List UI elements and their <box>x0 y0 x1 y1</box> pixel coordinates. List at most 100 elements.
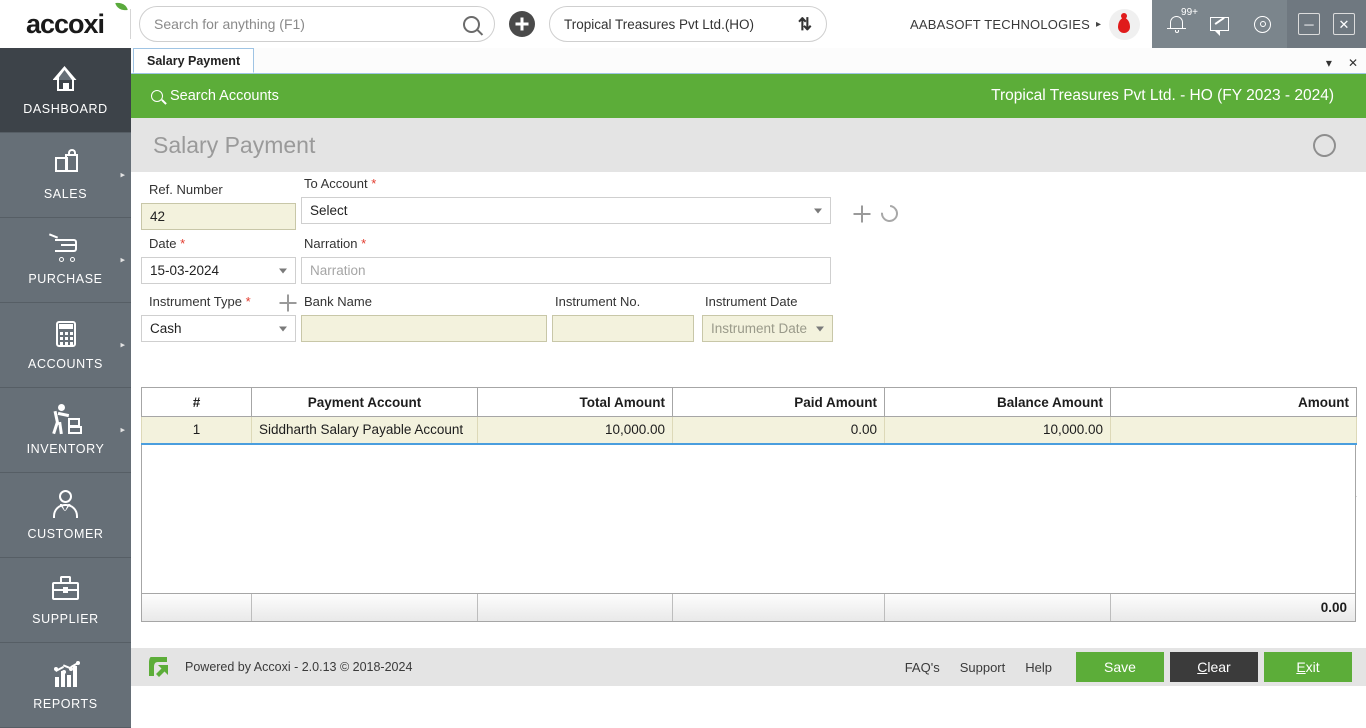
global-search[interactable] <box>139 6 495 42</box>
sidebar-item-dashboard[interactable]: DASHBOARD <box>0 48 131 133</box>
add-instrument-type-icon[interactable] <box>279 294 296 311</box>
save-button[interactable]: Save <box>1076 652 1164 682</box>
date-picker[interactable]: 15-03-2024 <box>141 257 296 284</box>
bank-name-label: Bank Name <box>304 294 372 309</box>
sidebar-item-accounts[interactable]: ACCOUNTS ▸ <box>0 303 131 388</box>
date-label: Date * <box>149 236 185 251</box>
company-name: Tropical Treasures Pvt Ltd.(HO) <box>564 17 754 32</box>
support-link[interactable]: Support <box>960 660 1006 675</box>
green-header-bar: Search Accounts Tropical Treasures Pvt L… <box>131 74 1366 118</box>
main-content: Salary Payment ▾ ✕ Search Accounts Tropi… <box>131 48 1366 728</box>
add-account-icon[interactable] <box>853 205 870 222</box>
tab-salary-payment[interactable]: Salary Payment <box>133 48 254 73</box>
cell-amount-input[interactable] <box>1111 417 1357 444</box>
narration-label-text: Narration <box>304 236 357 251</box>
close-button[interactable]: ✕ <box>1333 13 1355 35</box>
company-selector[interactable]: Tropical Treasures Pvt Ltd.(HO) ⇅ <box>549 6 827 42</box>
narration-label: Narration * <box>304 236 366 251</box>
table-totals-row: 0.00 <box>141 593 1356 622</box>
sidebar-item-customer[interactable]: CUSTOMER <box>0 473 131 558</box>
warehouse-worker-icon <box>49 404 83 435</box>
search-input[interactable] <box>154 16 463 32</box>
search-icon <box>151 90 163 102</box>
cell-paid-amount: 0.00 <box>673 417 885 444</box>
narration-input[interactable] <box>301 257 831 284</box>
chevron-right-icon[interactable]: ▸ <box>120 255 125 266</box>
chevron-right-icon[interactable]: ▸ <box>120 340 125 351</box>
search-accounts-button[interactable]: Search Accounts <box>151 88 279 104</box>
page-title: Salary Payment <box>153 132 315 159</box>
date-label-text: Date <box>149 236 176 251</box>
instrument-type-select[interactable]: Cash <box>141 315 296 342</box>
clear-button[interactable]: Clear <box>1170 652 1258 682</box>
chevron-down-icon <box>814 208 822 213</box>
cell-payment-account[interactable]: Siddharth Salary Payable Account <box>252 417 478 444</box>
form-area: Ref. Number To Account * Select Date * 1… <box>131 172 1366 362</box>
bank-name-input[interactable] <box>301 315 547 342</box>
required-marker: * <box>361 236 366 251</box>
help-link[interactable]: Help <box>1025 660 1052 675</box>
notification-badge: 99+ <box>1181 7 1198 18</box>
column-header-balance-amount: Balance Amount <box>885 388 1111 417</box>
person-icon <box>49 489 83 520</box>
refresh-icon[interactable] <box>1311 132 1338 159</box>
fiscal-year-title: Tropical Treasures Pvt Ltd. - HO (FY 202… <box>991 87 1334 105</box>
instrument-no-label: Instrument No. <box>555 294 640 309</box>
chevron-right-icon[interactable]: ▸ <box>120 425 125 436</box>
accoxi-mark-icon <box>147 654 173 680</box>
sidebar-label: SUPPLIER <box>32 612 99 626</box>
instrument-type-value: Cash <box>150 321 182 336</box>
avatar[interactable] <box>1109 9 1140 40</box>
sidebar-label: CUSTOMER <box>27 527 103 541</box>
column-header-payment-account: Payment Account <box>252 388 478 417</box>
chevron-right-icon[interactable]: ▸ <box>120 170 125 181</box>
total-cell-balance-amount <box>885 594 1111 621</box>
footer-right: FAQ's Support Help Save Clear Exit <box>905 652 1366 682</box>
instrument-date-picker[interactable]: Instrument Date <box>702 315 833 342</box>
grid-empty-area <box>141 445 1356 593</box>
instrument-no-input[interactable] <box>552 315 694 342</box>
logo-text: accoxi <box>26 9 104 40</box>
total-cell-amount: 0.00 <box>1111 594 1355 621</box>
table-row[interactable]: 1 Siddharth Salary Payable Account 10,00… <box>142 417 1357 444</box>
exit-button[interactable]: Exit <box>1264 652 1352 682</box>
sidebar-item-sales[interactable]: SALES ▸ <box>0 133 131 218</box>
accoxi-logo: accoxi <box>0 0 130 48</box>
to-account-select[interactable]: Select <box>301 197 831 224</box>
tab-list-dropdown-icon[interactable]: ▾ <box>1326 57 1332 69</box>
shopping-bag-icon <box>49 149 83 180</box>
sidebar-item-purchase[interactable]: PURCHASE ▸ <box>0 218 131 303</box>
refresh-accounts-icon[interactable] <box>881 205 898 222</box>
powered-by-text: Powered by Accoxi - 2.0.13 © 2018-2024 <box>185 660 412 674</box>
ref-number-input[interactable] <box>141 203 296 230</box>
tab-close-icon[interactable]: ✕ <box>1348 57 1358 69</box>
sidebar-label: SALES <box>44 187 87 201</box>
chevron-right-icon[interactable]: ▸ <box>1096 19 1101 30</box>
to-account-label: To Account * <box>304 176 376 191</box>
sidebar-item-supplier[interactable]: SUPPLIER <box>0 558 131 643</box>
minimize-button[interactable]: ─ <box>1298 13 1320 35</box>
sidebar-label: DASHBOARD <box>23 102 108 116</box>
notifications-bell-icon[interactable]: 99+ <box>1165 13 1188 36</box>
shopping-cart-icon <box>49 234 83 265</box>
sidebar-item-reports[interactable]: REPORTS <box>0 643 131 728</box>
calculator-icon <box>49 319 83 350</box>
payments-grid: # Payment Account Total Amount Paid Amou… <box>141 387 1356 622</box>
chat-icon[interactable] <box>1208 13 1231 36</box>
search-accounts-label: Search Accounts <box>170 88 279 104</box>
sidebar-item-inventory[interactable]: INVENTORY ▸ <box>0 388 131 473</box>
window-controls: ─ ✕ <box>1287 0 1366 48</box>
quick-add-button[interactable] <box>509 11 535 37</box>
gear-icon[interactable] <box>1251 13 1274 36</box>
total-cell-total-amount <box>478 594 673 621</box>
avatar-drop <box>1118 18 1130 33</box>
column-header-index: # <box>142 388 252 417</box>
to-account-label-text: To Account <box>304 176 368 191</box>
faqs-link[interactable]: FAQ's <box>905 660 940 675</box>
logo-divider <box>130 9 131 39</box>
table-header-row: # Payment Account Total Amount Paid Amou… <box>142 388 1357 417</box>
swap-icon[interactable]: ⇅ <box>798 16 812 33</box>
sidebar-label: INVENTORY <box>27 442 105 456</box>
top-bar-right: AABASOFT TECHNOLOGIES ▸ 99+ ─ <box>910 0 1366 48</box>
home-icon <box>49 64 83 95</box>
